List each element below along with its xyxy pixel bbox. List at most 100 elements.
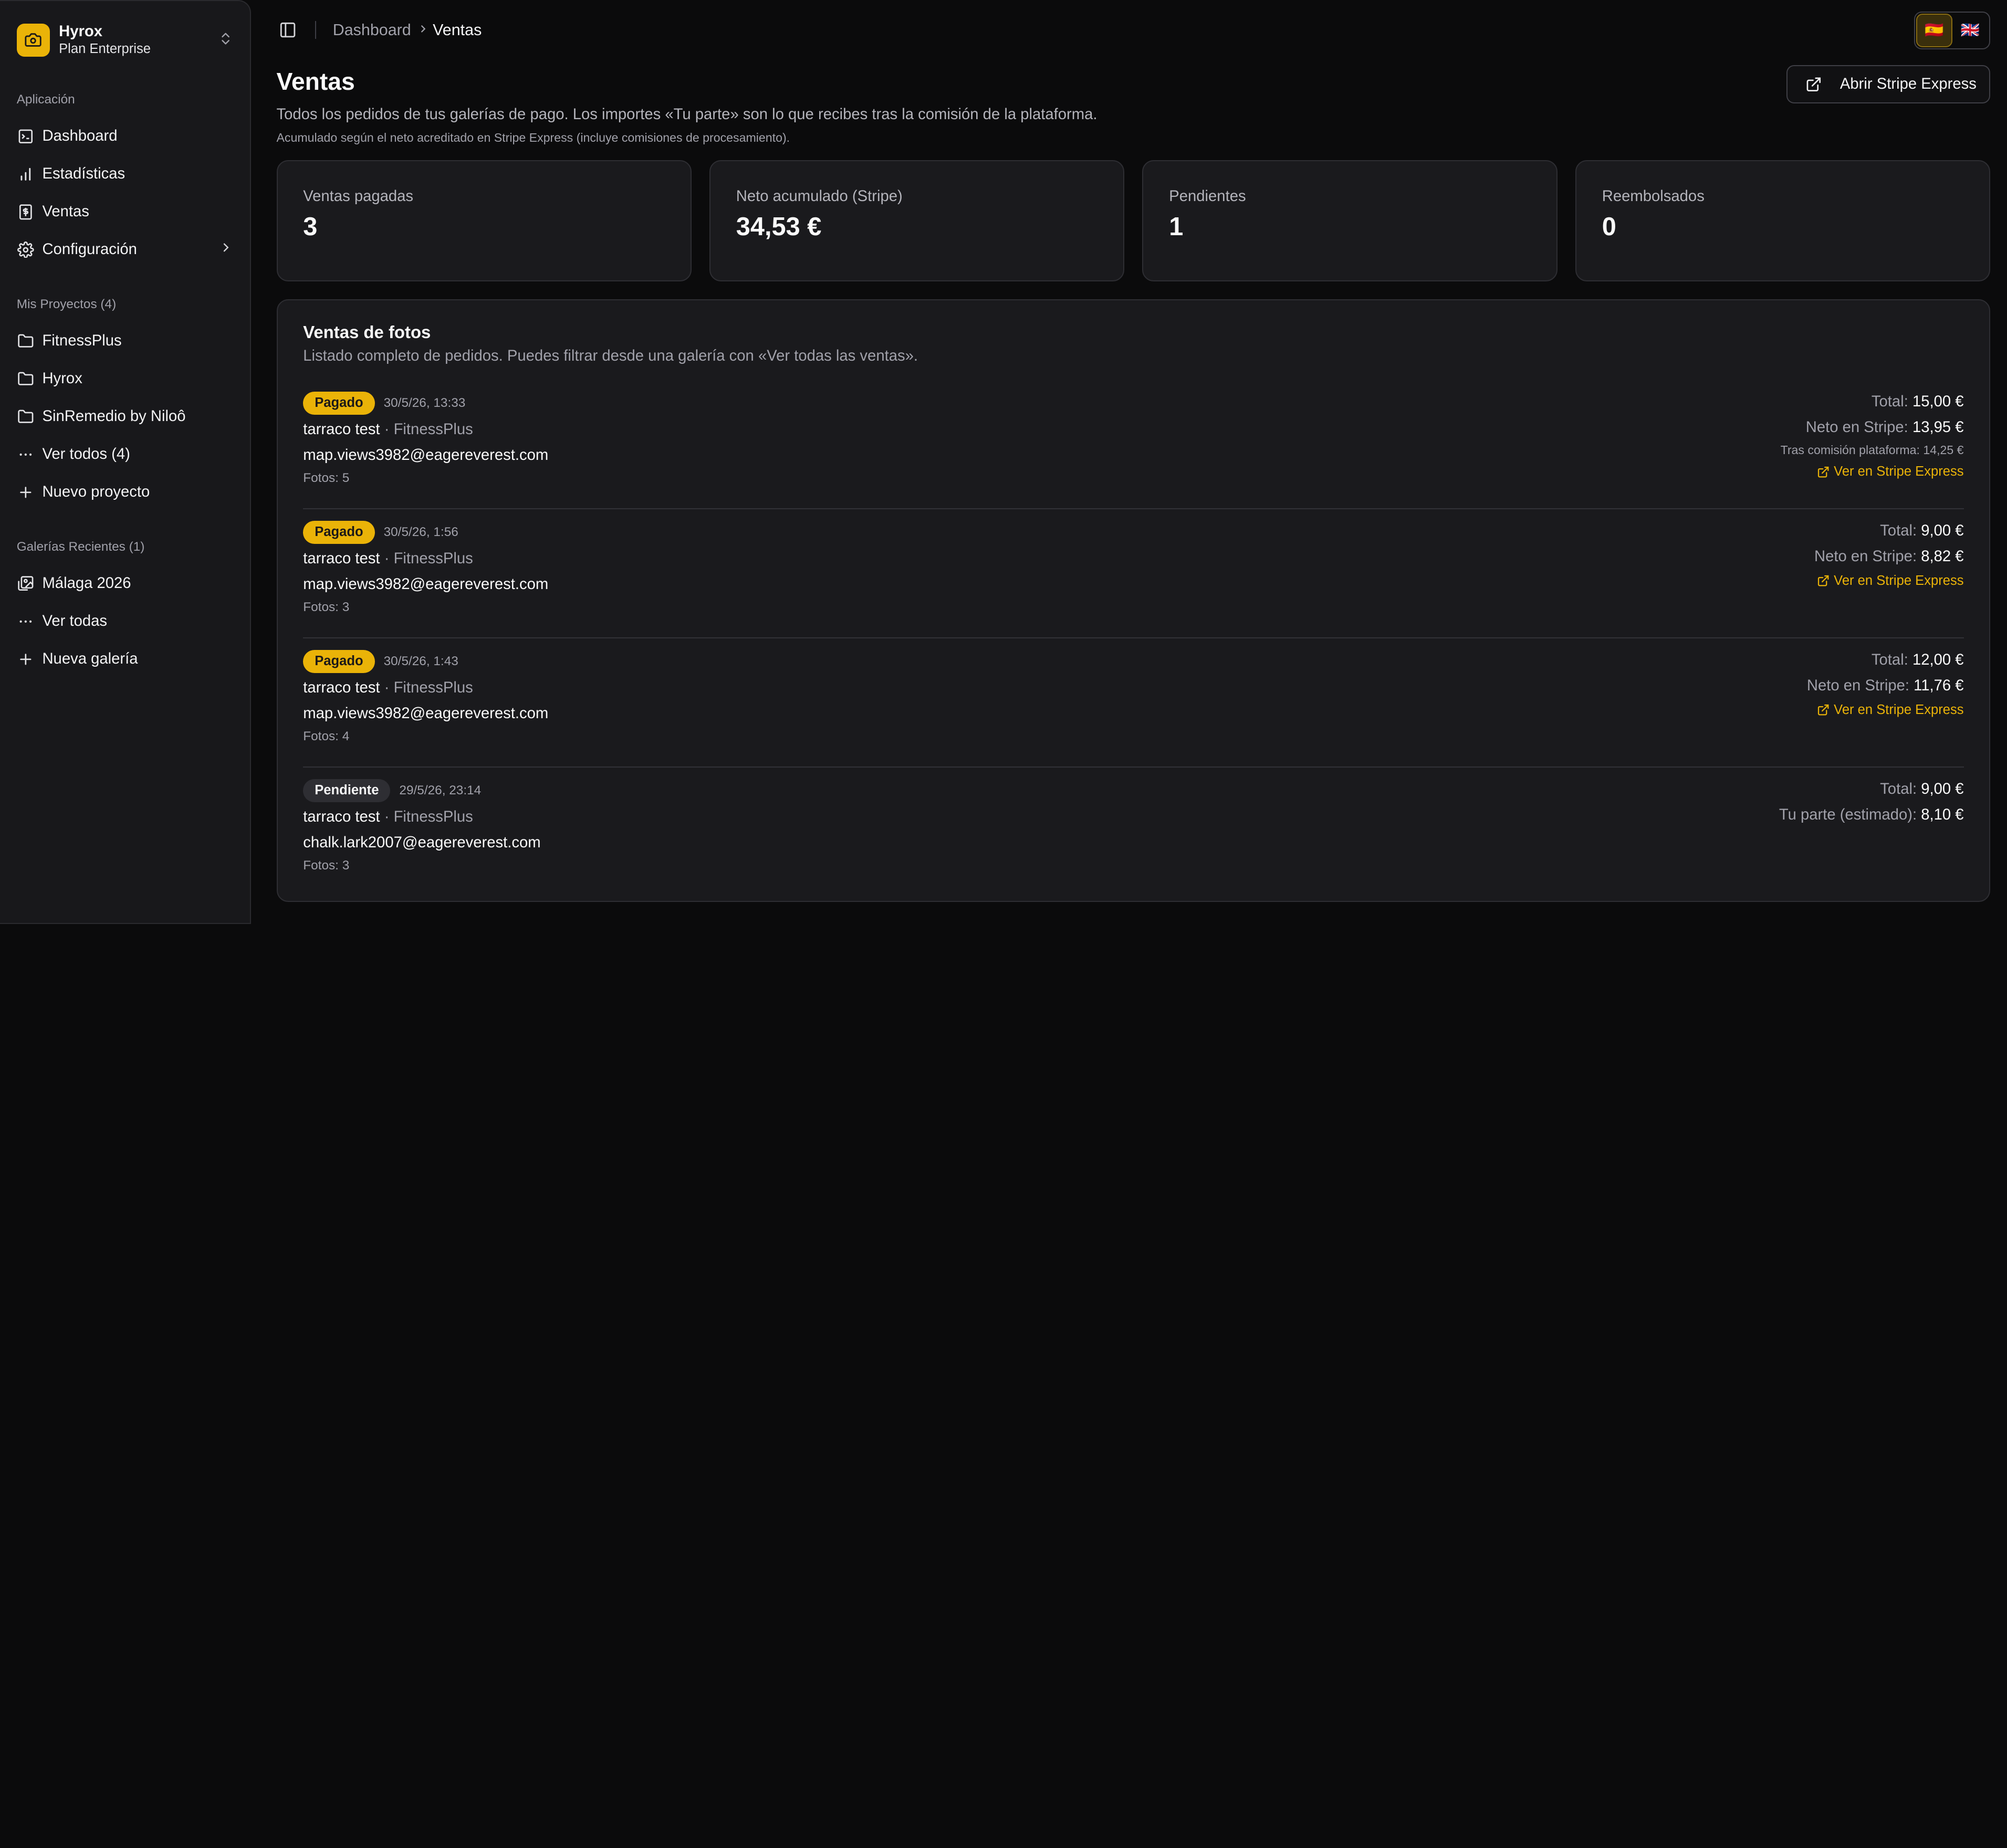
order-date: 29/5/26, 23:14	[399, 783, 482, 798]
page-title: Ventas	[276, 68, 355, 96]
sidebar-item-sinremedio[interactable]: SinRemedio by Niloô	[0, 398, 250, 436]
receipt-icon	[17, 203, 35, 221]
sidebar-item-label: Málaga 2026	[42, 575, 131, 592]
customer-email: map.views3982@eagereverest.com	[303, 575, 549, 593]
stat-card-paid-sales: Ventas pagadas 3	[276, 160, 692, 282]
sidebar-item-label: SinRemedio by Niloô	[42, 408, 186, 425]
separator-dot: ·	[380, 808, 394, 826]
view-in-stripe-link[interactable]: Ver en Stripe Express	[1817, 699, 1964, 721]
language-switcher: 🇪🇸 🇬🇧	[1914, 11, 1991, 50]
net-value: 8,10 €	[1921, 806, 1964, 824]
language-en-button[interactable]: 🇬🇧	[1952, 14, 1988, 47]
view-in-stripe-link[interactable]: Ver en Stripe Express	[1817, 570, 1964, 592]
workspace-name: Hyrox	[59, 23, 103, 40]
customer-name: tarraco test	[303, 808, 380, 826]
net-value: 11,76 €	[1914, 677, 1964, 694]
stat-value: 34,53 €	[736, 213, 822, 242]
order-date: 30/5/26, 1:56	[383, 524, 458, 539]
nav-group-galleries: Galerías Recientes (1) Málaga 2026 Ver t…	[0, 537, 250, 678]
workspace-plan: Plan Enterprise	[59, 41, 151, 56]
total-value: 15,00 €	[1912, 393, 1964, 410]
net-label: Neto en Stripe:	[1806, 677, 1909, 694]
sidebar-item-ventas[interactable]: Ventas	[0, 193, 250, 231]
stat-label: Reembolsados	[1602, 187, 1705, 205]
sidebar-item-label: Estadísticas	[42, 165, 126, 183]
language-es-button[interactable]: 🇪🇸	[1916, 14, 1952, 47]
group-label: Mis Proyectos (4)	[16, 297, 117, 312]
gallery-name: FitnessPlus	[393, 550, 473, 567]
external-link-icon	[1817, 704, 1830, 716]
nav-group-projects: Mis Proyectos (4) FitnessPlus Hyrox SinR…	[0, 294, 250, 511]
gallery-name: FitnessPlus	[393, 808, 473, 826]
customer-email: map.views3982@eagereverest.com	[303, 446, 549, 464]
link-label: Ver en Stripe Express	[1834, 464, 1964, 479]
separator-dot: ·	[380, 550, 394, 567]
status-badge: Pagado	[303, 650, 375, 673]
customer-email: chalk.lark2007@eagereverest.com	[303, 834, 541, 852]
status-badge: Pendiente	[303, 779, 391, 803]
breadcrumb-dashboard[interactable]: Dashboard	[333, 21, 411, 39]
list-item: Pendiente 29/5/26, 23:14 tarraco test · …	[303, 768, 1964, 897]
nav-group-app: Aplicación Dashboard Estadísticas Ventas…	[0, 89, 250, 268]
sidebar-item-fitnessplus[interactable]: FitnessPlus	[0, 322, 250, 360]
stat-label: Neto acumulado (Stripe)	[736, 187, 903, 205]
stats-row: Ventas pagadas 3 Neto acumulado (Stripe)…	[276, 160, 1991, 282]
customer-name: tarraco test	[303, 421, 380, 438]
group-label: Aplicación	[16, 92, 75, 107]
gear-icon	[17, 240, 35, 258]
chevron-right-icon	[219, 240, 233, 259]
folder-icon	[17, 408, 35, 426]
customer-name: tarraco test	[303, 679, 380, 697]
sales-panel: Ventas de fotos Listado completo de pedi…	[276, 299, 1991, 902]
plus-icon	[17, 650, 35, 668]
sidebar-item-label: Nuevo proyecto	[42, 483, 150, 500]
link-label: Ver en Stripe Express	[1834, 702, 1964, 717]
sidebar-item-ver-todas[interactable]: Ver todas	[0, 603, 250, 640]
net-value: 13,95 €	[1912, 418, 1964, 436]
stat-label: Ventas pagadas	[303, 187, 414, 205]
images-icon	[17, 575, 35, 593]
plus-icon	[17, 483, 35, 501]
workspace-switcher[interactable]: Hyrox Plan Enterprise	[0, 14, 250, 66]
sidebar-item-label: Nueva galería	[42, 650, 138, 667]
sidebar-item-hyrox[interactable]: Hyrox	[0, 360, 250, 398]
view-in-stripe-link[interactable]: Ver en Stripe Express	[1817, 461, 1964, 482]
gallery-name: FitnessPlus	[393, 679, 473, 697]
ellipsis-icon	[17, 445, 35, 463]
chevron-right-icon	[417, 22, 429, 39]
external-link-icon	[1817, 466, 1830, 478]
camera-icon	[16, 23, 50, 57]
stat-card-pending: Pendientes 1	[1142, 160, 1557, 282]
divider	[315, 21, 317, 39]
list-item: Pagado 30/5/26, 13:33 tarraco test · Fit…	[303, 380, 1964, 509]
list-item: Pagado 30/5/26, 1:56 tarraco test · Fitn…	[303, 509, 1964, 639]
total-value: 9,00 €	[1921, 522, 1964, 540]
page-header: Ventas Todos los pedidos de tus galerías…	[277, 60, 1991, 145]
total-label: Total:	[1880, 522, 1917, 540]
sidebar-item-nuevo-proyecto[interactable]: Nuevo proyecto	[0, 473, 250, 511]
bar-chart-icon	[17, 165, 35, 183]
dashboard-icon	[17, 128, 35, 145]
sidebar-item-nueva-galeria[interactable]: Nueva galería	[0, 640, 250, 678]
sidebar-item-label: Hyrox	[42, 370, 82, 387]
sidebar-item-estadisticas[interactable]: Estadísticas	[0, 155, 250, 193]
sidebar-item-label: Ver todas	[42, 613, 108, 630]
customer-name: tarraco test	[303, 550, 380, 567]
external-link-icon	[1805, 76, 1822, 93]
list-item: Pagado 30/5/26, 1:43 tarraco test · Fitn…	[303, 638, 1964, 768]
sidebar-toggle-icon[interactable]	[277, 18, 300, 41]
separator-dot: ·	[380, 421, 394, 438]
sidebar-item-ver-todos[interactable]: Ver todos (4)	[0, 436, 250, 474]
link-label: Ver en Stripe Express	[1834, 573, 1964, 588]
sidebar-item-malaga-2026[interactable]: Málaga 2026	[0, 565, 250, 603]
breadcrumb: Dashboard Ventas	[333, 21, 482, 39]
photo-count: Fotos: 5	[303, 470, 350, 485]
sidebar-item-configuracion[interactable]: Configuración	[0, 231, 250, 269]
page-note: Acumulado según el neto acreditado en St…	[276, 130, 790, 144]
stat-value: 3	[303, 213, 318, 242]
open-stripe-express-button[interactable]: Abrir Stripe Express	[1786, 65, 1991, 104]
ellipsis-icon	[17, 613, 35, 631]
stat-card-net-accumulated: Neto acumulado (Stripe) 34,53 €	[709, 160, 1125, 282]
sidebar-item-dashboard[interactable]: Dashboard	[0, 118, 250, 155]
stat-value: 1	[1169, 213, 1184, 242]
